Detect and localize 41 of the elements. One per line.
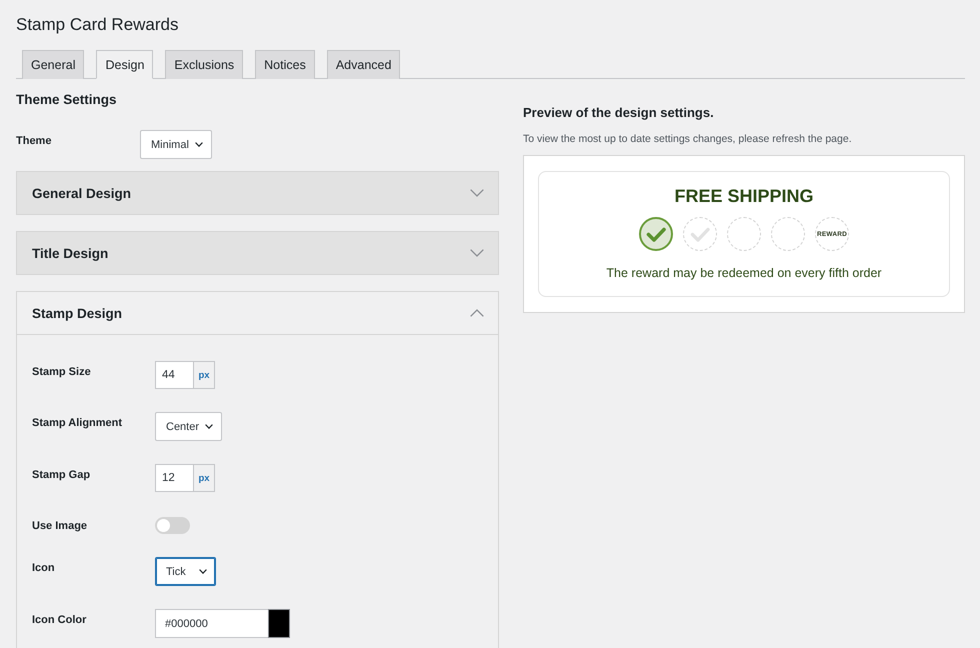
accordion-header[interactable]: Stamp Design xyxy=(16,291,499,335)
number-input[interactable]: 12 xyxy=(155,464,193,492)
chevron-icon xyxy=(205,424,214,429)
field-label: Icon Color xyxy=(32,613,88,627)
accordion-header[interactable]: General Design xyxy=(16,171,499,215)
field-label: Stamp Size xyxy=(32,365,92,379)
select-field[interactable]: Tick xyxy=(155,557,216,586)
empty-stamp-icon xyxy=(771,217,805,251)
toggle-switch[interactable] xyxy=(155,517,190,534)
chevron-icon xyxy=(199,569,207,574)
tab[interactable]: General xyxy=(22,50,84,79)
chevron-icon xyxy=(194,142,203,147)
tab[interactable]: Advanced xyxy=(326,50,400,79)
field-label: Theme xyxy=(16,134,52,148)
field-label: Stamp Alignment xyxy=(32,416,124,430)
chevron-icon xyxy=(470,249,484,257)
card-footer-text: The reward may be redeemed on every fifth order xyxy=(606,265,882,281)
tick-stamp-icon xyxy=(639,217,673,251)
faded-tick-stamp-icon xyxy=(683,217,717,251)
chevron-icon xyxy=(470,189,484,197)
card-title: FREE SHIPPING xyxy=(674,185,814,207)
color-input[interactable]: #000000 xyxy=(155,609,268,638)
tab[interactable]: Design xyxy=(96,50,154,79)
tab[interactable]: Exclusions xyxy=(165,50,244,79)
field-label: Stamp Gap xyxy=(32,468,92,482)
unit-label: px xyxy=(193,464,215,492)
chevron-icon xyxy=(470,309,484,317)
accordion-header[interactable]: Title Design xyxy=(16,231,499,275)
page-title: Stamp Card Rewards xyxy=(16,15,180,35)
tab[interactable]: Notices xyxy=(255,50,315,79)
preview-note: To view the most up to date settings changes, please refresh the page. xyxy=(523,133,853,146)
field-label: Icon xyxy=(32,561,56,575)
unit-label: px xyxy=(193,361,215,389)
number-input[interactable]: 44 xyxy=(155,361,193,389)
preview-heading: Preview of the design settings. xyxy=(523,104,715,121)
empty-stamp-icon xyxy=(727,217,761,251)
section-heading: Theme Settings xyxy=(16,91,118,109)
swatch-icon[interactable] xyxy=(268,609,290,638)
field-label: Use Image xyxy=(32,519,88,533)
select-field[interactable]: Minimal xyxy=(140,130,212,159)
select-field[interactable]: Center xyxy=(155,412,222,441)
